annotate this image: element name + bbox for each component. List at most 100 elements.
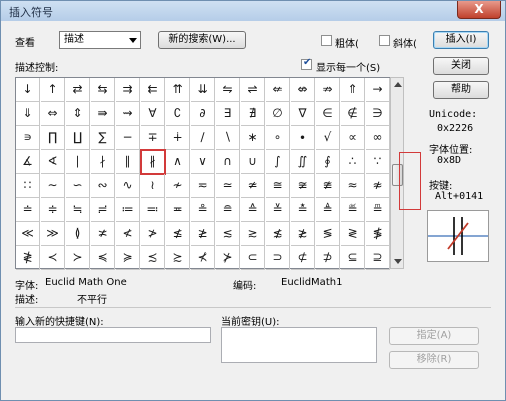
symbol-cell[interactable]: ∑ [91,126,115,150]
symbol-cell[interactable]: − [116,126,140,150]
symbol-cell[interactable]: ≿ [166,246,190,270]
symbol-cell[interactable]: ∞ [366,126,390,150]
symbol-cell[interactable]: ⇋ [216,78,240,102]
symbol-cell[interactable]: ≐ [16,198,40,222]
new-shortcut-input[interactable] [15,327,211,343]
symbol-cell[interactable]: ∏ [41,126,65,150]
symbol-cell[interactable]: ∽ [66,174,90,198]
symbol-cell[interactable]: ≻ [66,246,90,270]
symbol-cell[interactable]: ∘ [266,126,290,150]
symbol-cell[interactable]: ≓ [91,198,115,222]
symbol-cell[interactable]: ⇓ [16,102,40,126]
symbol-cell[interactable]: ≸ [366,222,390,246]
symbol-cell[interactable]: ∧ [166,150,190,174]
symbol-cell[interactable]: ∓ [141,126,165,150]
symbol-cell[interactable]: ≯ [141,222,165,246]
symbol-cell[interactable]: ∙ [291,126,315,150]
symbol-cell[interactable]: ⊀ [191,246,215,270]
symbol-cell[interactable]: ≒ [66,198,90,222]
symbol-cell[interactable]: ≉ [366,174,390,198]
scroll-down-icon[interactable] [394,259,402,264]
bold-checkbox[interactable] [321,35,332,46]
symbol-cell[interactable]: ↓ [16,78,40,102]
symbol-cell[interactable]: ∩ [216,150,240,174]
symbol-cell[interactable]: ∕ [191,126,215,150]
window-close-button[interactable]: X [457,1,501,19]
symbol-cell[interactable]: ∤ [91,150,115,174]
symbol-cell[interactable]: ⊂ [241,246,265,270]
symbol-cell[interactable]: ⇝ [116,102,140,126]
symbol-cell[interactable]: ∣ [66,150,90,174]
symbol-cell[interactable]: ⊄ [291,246,315,270]
symbol-cell[interactable]: ∇ [291,102,315,126]
symbol-cell[interactable]: ≘ [216,198,240,222]
symbol-cell[interactable]: ∉ [341,102,365,126]
assign-button[interactable]: 指定(A) [389,327,479,345]
symbol-cell[interactable]: ⊅ [316,246,340,270]
symbol-cell[interactable]: ⊆ [341,246,365,270]
symbol-cell[interactable]: ∡ [16,150,40,174]
symbol-cell[interactable]: ∂ [191,102,215,126]
symbol-cell[interactable]: ⇍ [266,78,290,102]
symbol-cell[interactable]: ⊇ [366,246,390,270]
symbol-cell[interactable]: ≳ [241,222,265,246]
symbol-cell[interactable]: ∬ [291,150,315,174]
symbol-cell[interactable]: ↑ [41,78,65,102]
symbol-cell[interactable]: ⇆ [91,78,115,102]
symbol-cell[interactable]: ⇕ [66,102,90,126]
symbol-cell[interactable]: ≮ [116,222,140,246]
symbol-cell[interactable]: ∝ [341,126,365,150]
symbol-cell[interactable]: ⇉ [116,78,140,102]
symbol-cell[interactable]: ≰ [166,222,190,246]
symbol-cell[interactable]: ≽ [116,246,140,270]
symbol-cell[interactable]: ⇈ [166,78,190,102]
symbol-cell[interactable]: ≖ [166,198,190,222]
symbol-cell[interactable]: ≆ [291,174,315,198]
symbol-cell[interactable]: ∅ [266,102,290,126]
symbol-cell[interactable]: ∃ [216,102,240,126]
symbol-cell[interactable]: ∍ [16,126,40,150]
symbol-cell[interactable]: ≲ [216,222,240,246]
symbol-cell[interactable]: ∮ [316,150,340,174]
symbol-cell[interactable]: ≹ [16,246,40,270]
symbol-cell[interactable]: ≾ [141,246,165,270]
symbol-cell[interactable]: ≷ [341,222,365,246]
italic-checkbox[interactable] [379,35,390,46]
symbol-cell[interactable]: ≝ [341,198,365,222]
symbol-cell[interactable]: ∐ [66,126,90,150]
symbol-cell[interactable]: ≵ [291,222,315,246]
symbol-cell[interactable]: ≑ [41,198,65,222]
symbol-cell[interactable]: ⇛ [91,102,115,126]
symbol-cell[interactable]: ≼ [91,246,115,270]
symbol-cell[interactable]: → [366,78,390,102]
symbol-cell[interactable]: ∵ [366,150,390,174]
symbol-cell[interactable]: ⇇ [141,78,165,102]
symbol-cell[interactable]: ≚ [266,198,290,222]
symbol-cell[interactable]: ∦ [140,149,166,175]
symbol-cell[interactable]: ≇ [316,174,340,198]
symbol-cell[interactable]: ≬ [66,222,90,246]
symbol-cell[interactable]: ∁ [166,102,190,126]
current-key-list[interactable] [221,327,377,363]
symbol-cell[interactable]: ≅ [266,174,290,198]
scroll-up-icon[interactable] [394,82,402,87]
symbol-cell[interactable]: ≙ [241,198,265,222]
symbol-cell[interactable]: ∔ [166,126,190,150]
symbol-cell[interactable]: ∼ [41,174,65,198]
symbol-cell[interactable]: ⊁ [216,246,240,270]
symbol-cell[interactable]: ∋ [366,102,390,126]
symbol-cell[interactable]: ≄ [241,174,265,198]
help-button[interactable]: 帮助 [433,81,489,99]
view-select[interactable]: 描述 [59,31,141,49]
insert-button[interactable]: 插入(I) [433,31,489,49]
symbol-cell[interactable]: ∿ [116,174,140,198]
remove-button[interactable]: 移除(R) [389,351,479,369]
symbol-cell[interactable]: √ [316,126,340,150]
symbol-cell[interactable]: ⇊ [191,78,215,102]
symbol-cell[interactable]: ⊃ [266,246,290,270]
symbol-cell[interactable]: ⇄ [66,78,90,102]
symbol-cell[interactable]: ∖ [216,126,240,150]
symbol-cell[interactable]: ≕ [141,198,165,222]
symbol-cell[interactable]: ∄ [241,102,265,126]
symbol-cell[interactable]: ∫ [266,150,290,174]
